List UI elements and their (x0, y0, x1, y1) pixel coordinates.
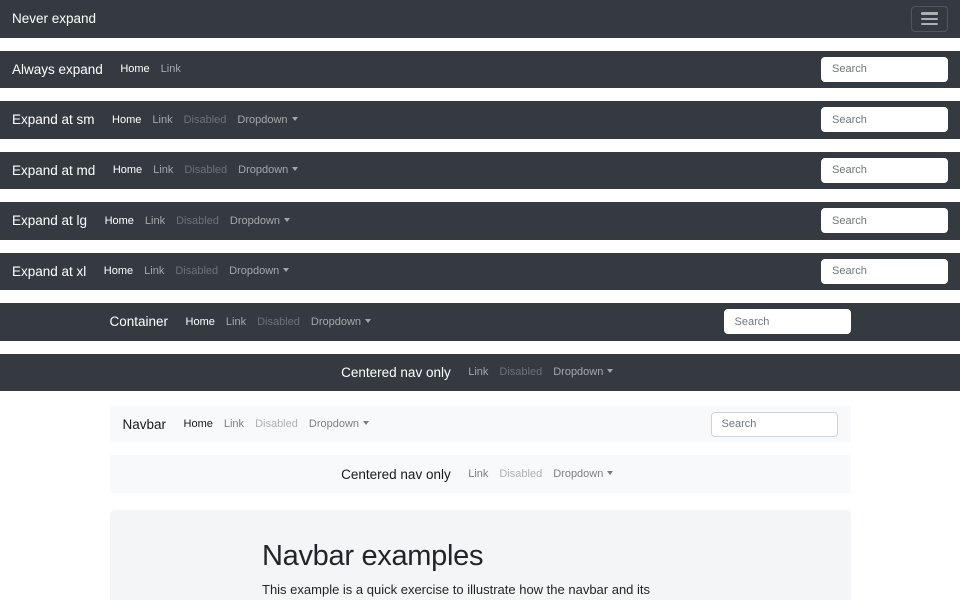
dropdown-toggle[interactable]: Dropdown (232, 114, 303, 126)
brand-expand-sm[interactable]: Expand at sm (12, 112, 95, 127)
nav-link-link[interactable]: Link (463, 468, 494, 480)
nav-link-disabled[interactable]: Disabled (250, 418, 304, 430)
nav-link-disabled[interactable]: Disabled (494, 468, 548, 480)
brand-centered-light[interactable]: Centered nav only (341, 467, 451, 482)
caret-down-icon (363, 421, 369, 425)
search-input[interactable] (821, 158, 948, 183)
nav-link-disabled[interactable]: Disabled (178, 114, 232, 126)
nav-link-home[interactable]: Home (107, 164, 147, 176)
nav-link-link[interactable]: Link (148, 164, 179, 176)
brand-centered-dark[interactable]: Centered nav only (341, 365, 451, 380)
nav-link-home[interactable]: Home (115, 63, 155, 75)
nav-links: Home Link Disabled Dropdown (178, 418, 374, 430)
caret-down-icon (292, 117, 298, 121)
navbar-expand-xl: Expand at xl Home Link Disabled Dropdown (0, 253, 960, 291)
nav-links: Link Disabled Dropdown (463, 366, 619, 378)
hamburger-icon (921, 23, 938, 25)
search-input[interactable] (821, 208, 948, 233)
search-input[interactable] (821, 259, 948, 284)
caret-down-icon (607, 369, 613, 373)
nav-link-disabled[interactable]: Disabled (179, 164, 233, 176)
navbar-expand-sm: Expand at sm Home Link Disabled Dropdown (0, 101, 960, 139)
page-title: Navbar examples (262, 539, 698, 574)
brand-container[interactable]: Container (110, 314, 169, 329)
navbar-centered-light: Centered nav only Link Disabled Dropdown (110, 455, 851, 493)
caret-down-icon (292, 167, 298, 171)
navbar-light: Navbar Home Link Disabled Dropdown (110, 406, 851, 442)
jumbotron-column: Navbar examples This example is a quick … (262, 539, 698, 600)
dropdown-toggle[interactable]: Dropdown (224, 215, 295, 227)
nav-links: Home Link (115, 63, 187, 75)
nav-link-home[interactable]: Home (107, 114, 147, 126)
search-input[interactable] (821, 107, 948, 132)
navbar-never-expand: Never expand (0, 0, 960, 38)
dropdown-toggle[interactable]: Dropdown (224, 265, 295, 277)
navbar-toggler-button[interactable] (911, 6, 948, 32)
brand-never-expand[interactable]: Never expand (12, 11, 96, 26)
navbar-expand-md: Expand at md Home Link Disabled Dropdown (0, 152, 960, 190)
dropdown-toggle[interactable]: Dropdown (305, 316, 376, 328)
nav-link-disabled[interactable]: Disabled (171, 215, 225, 227)
nav-link-home[interactable]: Home (178, 418, 218, 430)
nav-links: Home Link Disabled Dropdown (98, 265, 294, 277)
nav-links: Home Link Disabled Dropdown (180, 316, 376, 328)
nav-link-home[interactable]: Home (180, 316, 220, 328)
nav-link-home[interactable]: Home (99, 215, 139, 227)
navbar-container-inner: Container Home Link Disabled Dropdown (110, 303, 851, 341)
nav-link-disabled[interactable]: Disabled (170, 265, 224, 277)
nav-link-link[interactable]: Link (155, 63, 186, 75)
search-input[interactable] (724, 309, 851, 334)
nav-links: Home Link Disabled Dropdown (107, 114, 303, 126)
nav-link-disabled[interactable]: Disabled (494, 366, 548, 378)
caret-down-icon (607, 471, 613, 475)
caret-down-icon (284, 218, 290, 222)
search-input[interactable] (821, 57, 948, 82)
caret-down-icon (365, 319, 371, 323)
nav-link-link[interactable]: Link (147, 114, 178, 126)
dropdown-toggle[interactable]: Dropdown (233, 164, 304, 176)
nav-link-link[interactable]: Link (218, 418, 249, 430)
navbar-centered-dark: Centered nav only Link Disabled Dropdown (0, 354, 960, 392)
nav-link-link[interactable]: Link (463, 366, 494, 378)
search-input[interactable] (711, 412, 838, 437)
navbar-always-expand: Always expand Home Link (0, 51, 960, 89)
brand-navbar[interactable]: Navbar (123, 417, 167, 432)
nav-link-disabled[interactable]: Disabled (252, 316, 306, 328)
dropdown-toggle[interactable]: Dropdown (303, 418, 374, 430)
nav-link-link[interactable]: Link (139, 265, 170, 277)
nav-links: Link Disabled Dropdown (463, 468, 619, 480)
brand-always-expand[interactable]: Always expand (12, 62, 103, 77)
nav-link-home[interactable]: Home (98, 265, 138, 277)
nav-links: Home Link Disabled Dropdown (99, 215, 295, 227)
nav-links: Home Link Disabled Dropdown (107, 164, 303, 176)
nav-link-link[interactable]: Link (220, 316, 251, 328)
jumbotron: Navbar examples This example is a quick … (110, 510, 851, 600)
hamburger-icon (921, 12, 938, 14)
hamburger-icon (921, 18, 938, 20)
brand-expand-lg[interactable]: Expand at lg (12, 213, 87, 228)
brand-expand-xl[interactable]: Expand at xl (12, 264, 86, 279)
brand-expand-md[interactable]: Expand at md (12, 163, 95, 178)
navbar-expand-lg: Expand at lg Home Link Disabled Dropdown (0, 202, 960, 240)
dropdown-toggle[interactable]: Dropdown (548, 468, 619, 480)
nav-link-link[interactable]: Link (139, 215, 170, 227)
dropdown-toggle[interactable]: Dropdown (548, 366, 619, 378)
navbar-container: Container Home Link Disabled Dropdown (0, 303, 960, 341)
intro-paragraph: This example is a quick exercise to illu… (262, 580, 698, 600)
caret-down-icon (283, 268, 289, 272)
